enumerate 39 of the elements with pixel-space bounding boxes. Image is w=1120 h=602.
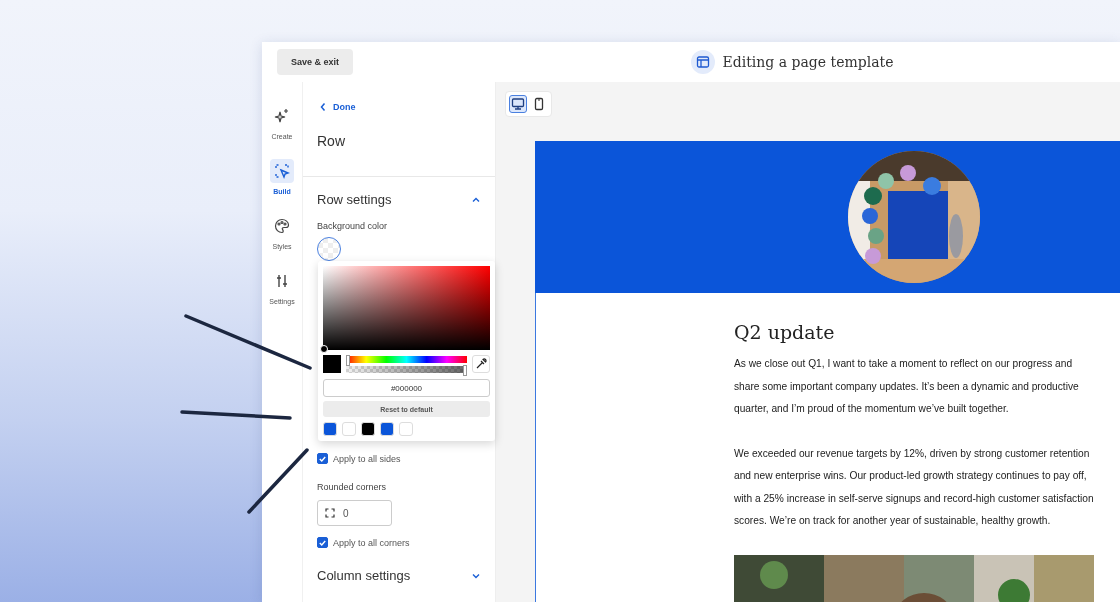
done-link[interactable]: Done (319, 102, 356, 112)
section-title: Column settings (317, 568, 411, 583)
hex-input-field[interactable]: #000000 (323, 379, 490, 397)
desktop-view-button[interactable] (509, 95, 527, 113)
preset-swatch[interactable] (323, 422, 337, 436)
sparkle-icon (274, 108, 290, 124)
chevron-icon[interactable] (471, 571, 481, 580)
template-icon (690, 50, 715, 74)
preset-swatch[interactable] (361, 422, 375, 436)
section-title: Row settings (317, 192, 392, 207)
palette-icon (274, 218, 290, 234)
panel-heading: Row (317, 133, 346, 149)
email-paragraph: As we close out Q1, I want to take a moment to reflect on our progress and share some important company updates. It’s been a dynamic and productive quarter, and I’m proud of the momentum we’ve built together. (734, 357, 1080, 416)
select-cursor-icon (274, 163, 290, 179)
email-paragraph: We exceeded our revenue targets by 12%, driven by strong customer retention and new enterprise wins. Our product-led growth strategy continues to pay off, with a 25% increase in self-serve signups and record-high customer satisfaction scores. We’re on track for another year of sustainable, healthy growth. (734, 446, 1095, 528)
preset-swatch[interactable] (399, 422, 413, 436)
field-label: Background color (317, 221, 389, 231)
corner-radius-field[interactable]: 0 (317, 500, 392, 526)
save-exit-button[interactable]: Save & exit (277, 49, 354, 75)
checkbox[interactable] (317, 537, 328, 548)
color-preview (323, 355, 341, 373)
page-title: Editing a page template (722, 54, 894, 70)
sliders-icon (274, 273, 290, 289)
email-heading: Q2 update (734, 321, 836, 343)
checkbox-label: Apply to all corners (333, 537, 410, 548)
chevron-icon[interactable] (471, 195, 481, 204)
back-chevron-icon (319, 102, 327, 112)
corners-icon (325, 508, 335, 518)
saturation-area[interactable] (323, 266, 490, 350)
checkbox-label: Apply to all sides (333, 453, 401, 464)
eyedropper-button[interactable] (472, 355, 490, 373)
hue-slider-thumb[interactable] (346, 354, 350, 366)
field-label: Rounded corners (317, 482, 388, 492)
checkbox[interactable] (317, 453, 328, 464)
preset-swatch[interactable] (380, 422, 394, 436)
scribble-line (247, 448, 309, 514)
color-swatch-button[interactable] (317, 237, 341, 261)
alpha-slider-thumb[interactable] (463, 364, 467, 376)
preset-swatch[interactable] (342, 422, 356, 436)
